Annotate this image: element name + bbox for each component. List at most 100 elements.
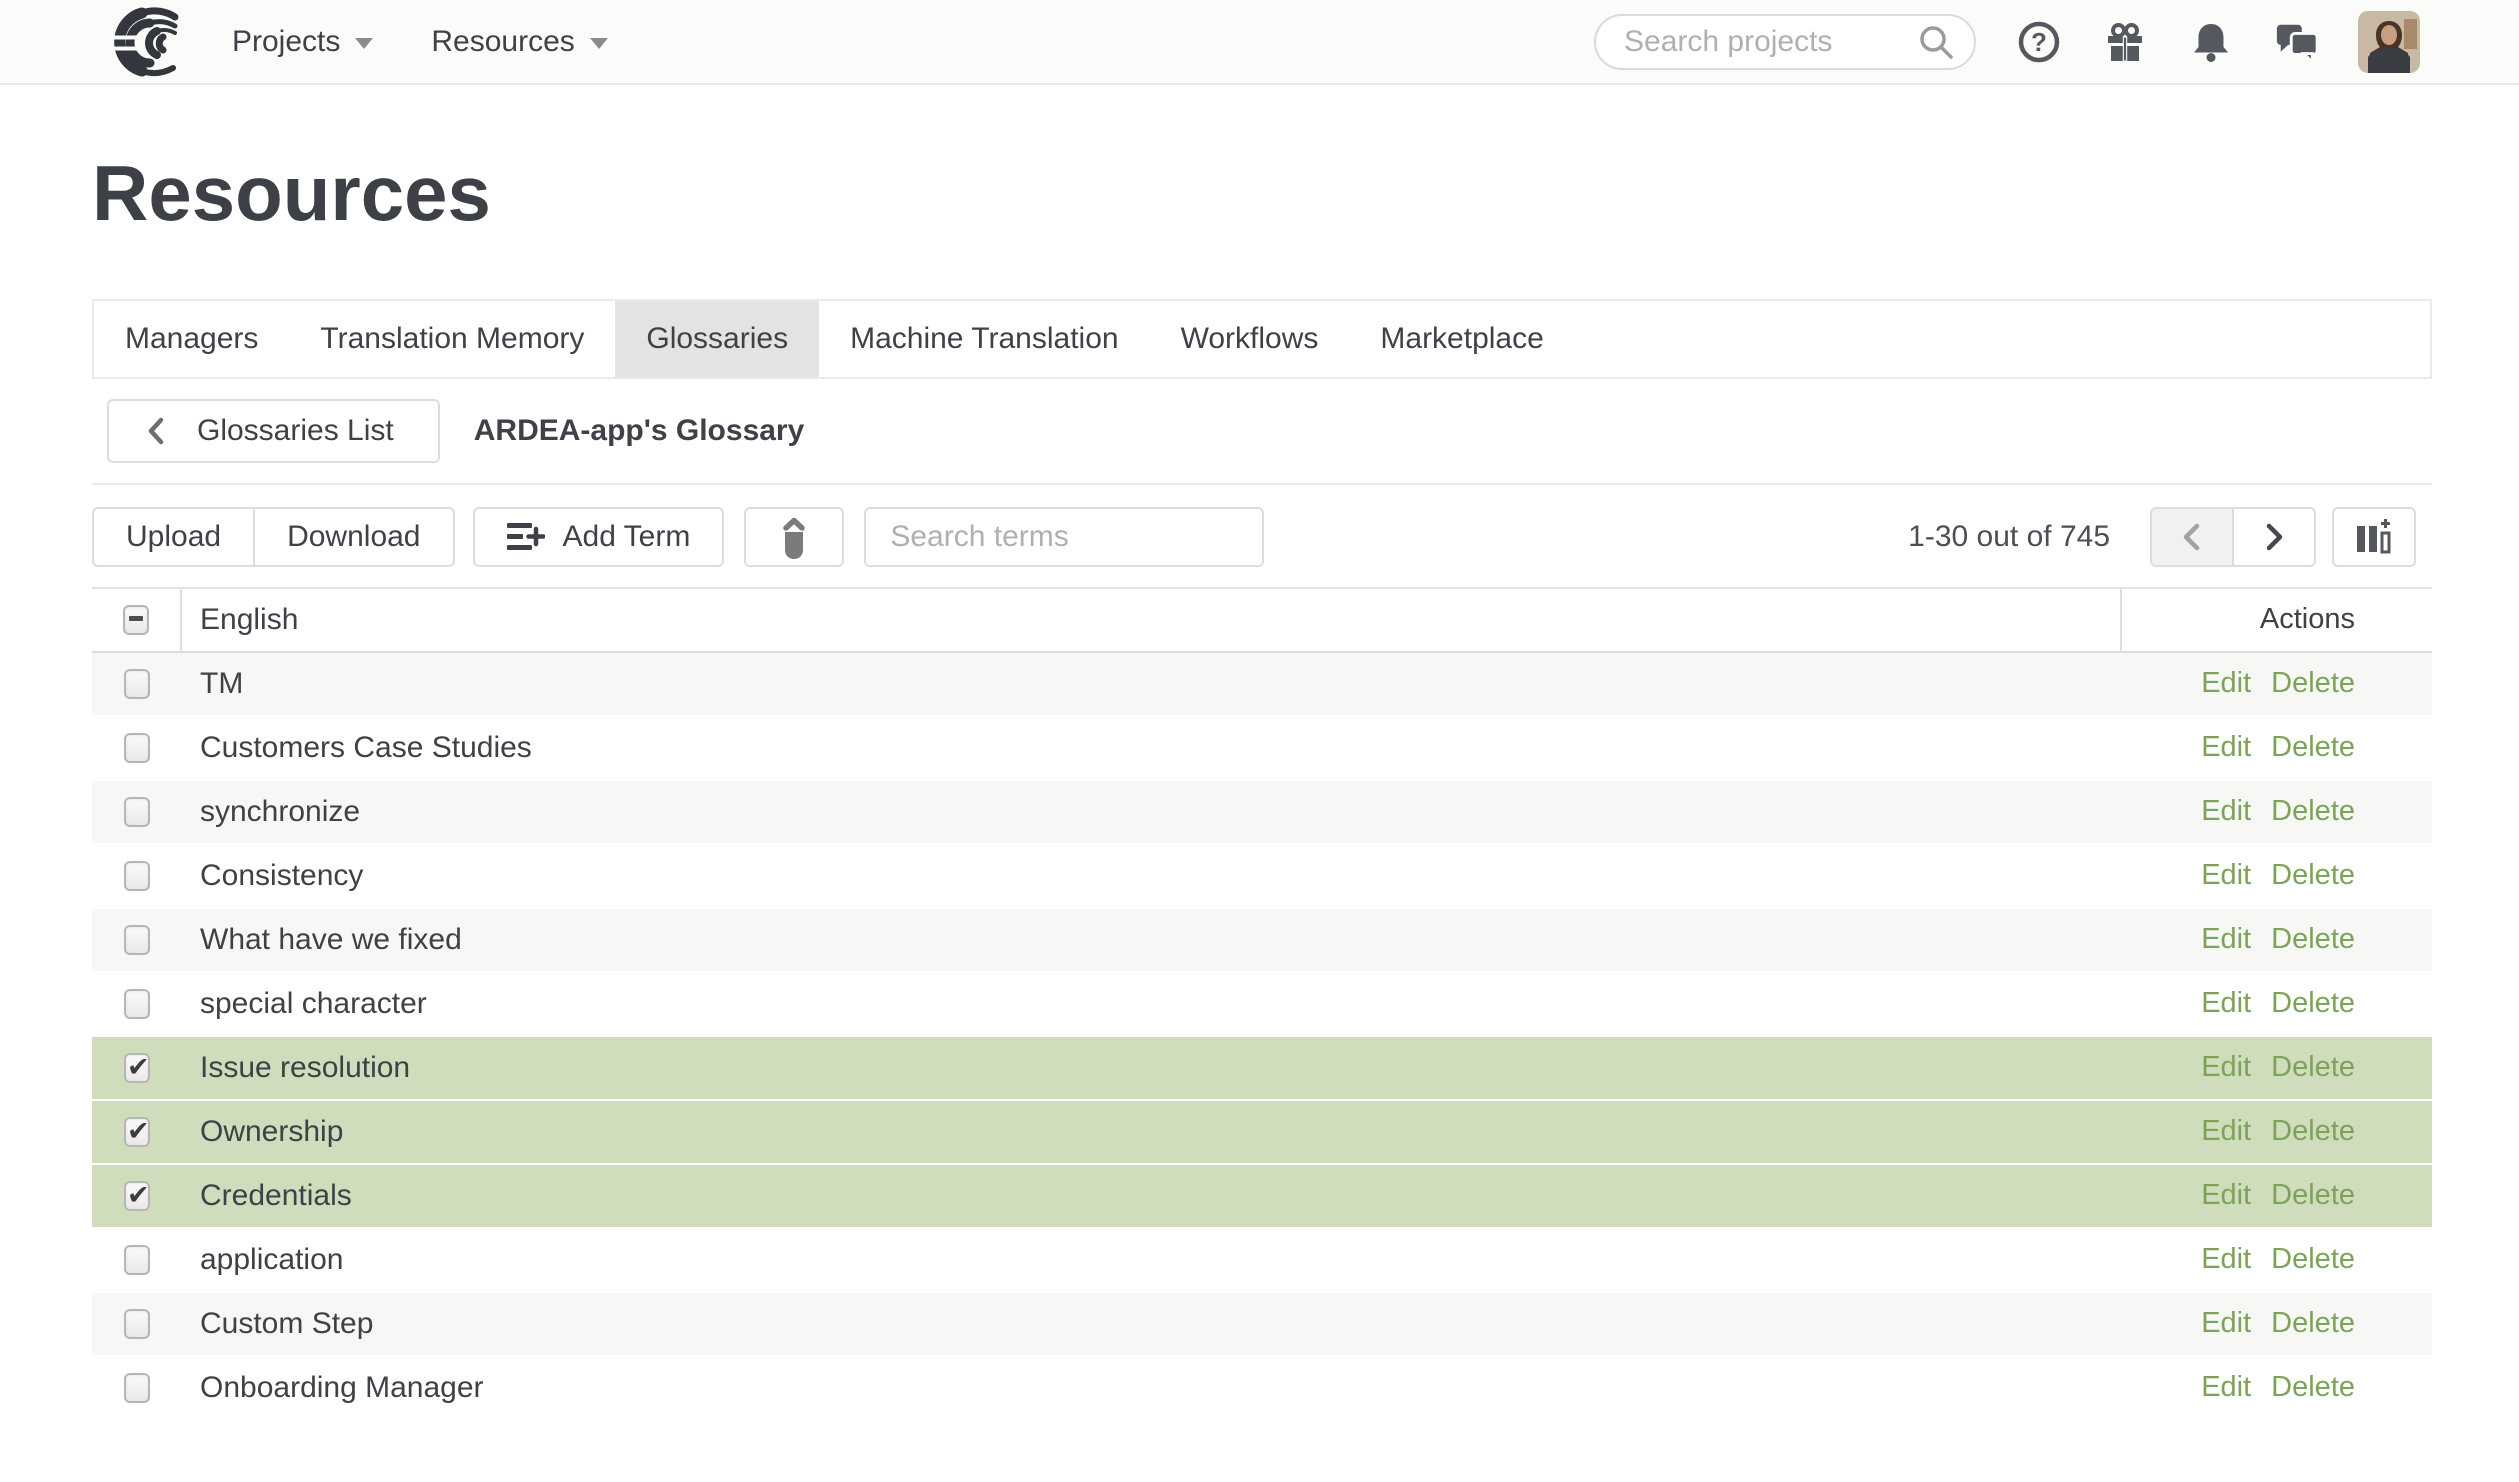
table-row[interactable]: synchronize Edit Delete <box>92 780 2432 845</box>
delete-link[interactable]: Delete <box>2271 1243 2355 1276</box>
next-page-button[interactable] <box>2233 506 2316 567</box>
row-actions: Edit Delete <box>2120 973 2432 1035</box>
search-projects-input[interactable] <box>1624 24 1916 59</box>
row-checkbox[interactable] <box>124 1116 150 1147</box>
project-search <box>1594 13 1976 70</box>
table-row[interactable]: What have we fixed Edit Delete <box>92 908 2432 973</box>
delete-link[interactable]: Delete <box>2271 1179 2355 1212</box>
row-checkbox-cell <box>92 845 182 907</box>
row-checkbox[interactable] <box>124 1180 150 1211</box>
chat-icon[interactable] <box>2274 19 2320 65</box>
edit-link[interactable]: Edit <box>2201 1179 2251 1212</box>
top-nav: Projects Resources ? <box>0 0 2519 85</box>
tab-workflows[interactable]: Workflows <box>1150 301 1350 377</box>
tab-translation-memory[interactable]: Translation Memory <box>289 301 615 377</box>
delete-link[interactable]: Delete <box>2271 923 2355 956</box>
row-checkbox[interactable] <box>124 1308 150 1339</box>
bell-icon[interactable] <box>2188 19 2234 65</box>
delete-link[interactable]: Delete <box>2271 667 2355 700</box>
delete-link[interactable]: Delete <box>2271 731 2355 764</box>
delete-link[interactable]: Delete <box>2271 1051 2355 1084</box>
delete-link[interactable]: Delete <box>2271 859 2355 892</box>
row-actions: Edit Delete <box>2120 717 2432 779</box>
delete-link[interactable]: Delete <box>2271 1307 2355 1340</box>
previous-page-button[interactable] <box>2150 506 2233 567</box>
search-icon[interactable] <box>1916 22 1956 62</box>
row-checkbox[interactable] <box>124 1372 150 1403</box>
edit-link[interactable]: Edit <box>2201 1307 2251 1340</box>
add-term-button[interactable]: Add Term <box>472 506 725 567</box>
row-actions: Edit Delete <box>2120 1229 2432 1291</box>
row-checkbox[interactable] <box>124 668 150 699</box>
edit-link[interactable]: Edit <box>2201 1243 2251 1276</box>
nav-menu-projects[interactable]: Projects <box>232 25 374 59</box>
term-text: TM <box>200 666 244 700</box>
delete-link[interactable]: Delete <box>2271 1371 2355 1404</box>
add-term-label: Add Term <box>562 519 691 553</box>
edit-link[interactable]: Edit <box>2201 667 2251 700</box>
help-icon[interactable]: ? <box>2016 19 2062 65</box>
table-row[interactable]: Customers Case Studies Edit Delete <box>92 716 2432 781</box>
row-checkbox-cell <box>92 653 182 715</box>
edit-link[interactable]: Edit <box>2201 1115 2251 1148</box>
row-checkbox-cell <box>92 1357 182 1419</box>
table-row[interactable]: Ownership Edit Delete <box>92 1100 2432 1165</box>
table-row[interactable]: TM Edit Delete <box>92 652 2432 717</box>
select-all-checkbox[interactable] <box>123 604 149 635</box>
row-actions: Edit Delete <box>2120 845 2432 907</box>
wave-logo[interactable] <box>96 6 180 78</box>
row-checkbox[interactable] <box>124 988 150 1019</box>
table-row[interactable]: Consistency Edit Delete <box>92 844 2432 909</box>
row-actions: Edit Delete <box>2120 1101 2432 1163</box>
row-checkbox[interactable] <box>124 796 150 827</box>
row-checkbox-cell <box>92 1293 182 1355</box>
upload-button[interactable]: Upload <box>92 506 255 567</box>
term-text: Onboarding Manager <box>200 1370 484 1404</box>
edit-link[interactable]: Edit <box>2201 923 2251 956</box>
delete-link[interactable]: Delete <box>2271 1115 2355 1148</box>
row-checkbox[interactable] <box>124 732 150 763</box>
download-button[interactable]: Download <box>254 506 455 567</box>
glossary-table: English Actions TM Edit Delete Customers… <box>92 586 2432 1421</box>
table-row[interactable]: special character Edit Delete <box>92 972 2432 1037</box>
nav-menu-resources[interactable]: Resources <box>431 25 608 59</box>
tab-marketplace[interactable]: Marketplace <box>1349 301 1574 377</box>
table-row[interactable]: Issue resolution Edit Delete <box>92 1036 2432 1101</box>
edit-link[interactable]: Edit <box>2201 987 2251 1020</box>
svg-text:?: ? <box>2031 27 2047 57</box>
edit-link[interactable]: Edit <box>2201 795 2251 828</box>
tab-managers[interactable]: Managers <box>94 301 289 377</box>
row-checkbox[interactable] <box>124 860 150 891</box>
page-title: Resources <box>92 149 491 237</box>
term-text: Custom Step <box>200 1306 374 1340</box>
term-text: Issue resolution <box>200 1050 411 1084</box>
edit-link[interactable]: Edit <box>2201 1051 2251 1084</box>
nav-right-cluster: ? <box>1594 10 2420 73</box>
table-row[interactable]: Credentials Edit Delete <box>92 1164 2432 1229</box>
row-actions: Edit Delete <box>2120 909 2432 971</box>
avatar[interactable] <box>2358 10 2420 73</box>
row-checkbox-cell <box>92 781 182 843</box>
back-button-label: Glossaries List <box>197 413 394 447</box>
back-to-glossaries-button[interactable]: Glossaries List <box>107 398 440 463</box>
edit-link[interactable]: Edit <box>2201 731 2251 764</box>
row-checkbox[interactable] <box>124 1052 150 1083</box>
tab-machine-translation[interactable]: Machine Translation <box>819 301 1149 377</box>
manage-columns-button[interactable] <box>2332 506 2416 567</box>
delete-link[interactable]: Delete <box>2271 987 2355 1020</box>
gift-icon[interactable] <box>2102 19 2148 65</box>
delete-selected-button[interactable] <box>744 506 845 567</box>
row-checkbox[interactable] <box>124 924 150 955</box>
table-row[interactable]: Custom Step Edit Delete <box>92 1292 2432 1357</box>
row-checkbox-cell <box>92 1229 182 1291</box>
delete-link[interactable]: Delete <box>2271 795 2355 828</box>
row-checkbox[interactable] <box>124 1244 150 1275</box>
row-actions: Edit Delete <box>2120 1357 2432 1419</box>
edit-link[interactable]: Edit <box>2201 1371 2251 1404</box>
term-text: Ownership <box>200 1114 344 1148</box>
table-row[interactable]: Onboarding Manager Edit Delete <box>92 1356 2432 1421</box>
tab-glossaries[interactable]: Glossaries <box>615 300 820 377</box>
table-row[interactable]: application Edit Delete <box>92 1228 2432 1293</box>
edit-link[interactable]: Edit <box>2201 859 2251 892</box>
search-terms-input[interactable] <box>864 506 1265 567</box>
